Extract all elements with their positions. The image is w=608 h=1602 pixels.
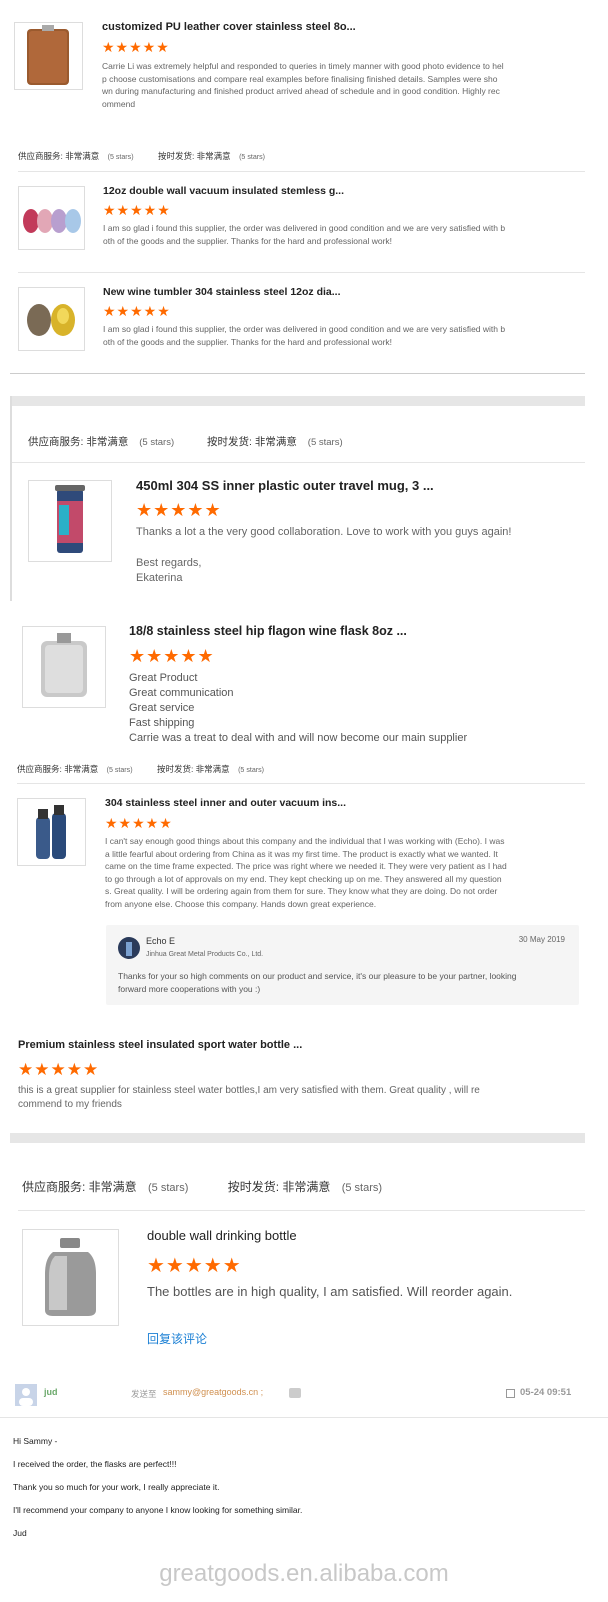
- product-thumbnail-growler-bottle[interactable]: [22, 1229, 119, 1326]
- rating-stars: ★★★★★: [136, 500, 222, 520]
- sender-avatar: [15, 1384, 37, 1406]
- review-title[interactable]: double wall drinking bottle: [147, 1228, 567, 1243]
- review-line: Great service: [129, 702, 195, 714]
- divider: [17, 783, 585, 784]
- supplier-avatar: [118, 937, 140, 959]
- reply-company: Jinhua Great Metal Products Co., Ltd.: [146, 951, 264, 958]
- email-line: Thank you so much for your work, I reall…: [13, 1482, 220, 1492]
- section-band: [10, 1133, 585, 1143]
- review-body: The bottles are in high quality, I am sa…: [147, 1284, 513, 1299]
- product-thumbnail-wine-tumblers[interactable]: [18, 287, 85, 351]
- shipping-rating-stars-text: (5 stars): [238, 766, 265, 774]
- rating-stars: ★★★★★: [102, 39, 170, 55]
- review-title[interactable]: Premium stainless steel insulated sport …: [18, 1039, 458, 1051]
- shipping-rating-label: 按时发货: 非常满意: [156, 764, 230, 774]
- supplier-rating-meta: 供应商服务: 非常满意 (5 stars) 按时发货: 非常满意 (5 star…: [22, 1178, 382, 1195]
- divider: [18, 272, 585, 273]
- reply-author: Echo E: [146, 936, 176, 946]
- review-line: Great communication: [129, 687, 234, 699]
- email-line: I'll recommend your company to anyone I …: [13, 1505, 303, 1515]
- watermark: greatgoods.en.alibaba.com: [159, 1560, 449, 1587]
- email-line: Jud: [13, 1528, 27, 1538]
- service-rating-label: 供应商服务: 非常满意: [22, 1180, 137, 1194]
- email-line: Hi Sammy -: [13, 1436, 58, 1446]
- divider: [18, 1210, 585, 1211]
- email-to-address[interactable]: sammy@greatgoods.cn ;: [163, 1387, 263, 1397]
- service-rating-label: 供应商服务: 非常满意: [18, 151, 100, 161]
- rating-stars: ★★★★★: [18, 1060, 100, 1079]
- service-rating-stars-text: (5 stars): [148, 1182, 189, 1194]
- review-body: Thanks a lot a the very good collaborati…: [136, 526, 512, 538]
- supplier-rating-meta: 供应商服务: 非常满意 (5 stars) 按时发货: 非常满意 (5 star…: [18, 150, 265, 162]
- service-rating-label: 供应商服务: 非常满意: [17, 764, 99, 774]
- expand-recipients-icon[interactable]: [289, 1388, 301, 1398]
- service-rating-label: 供应商服务: 非常满意: [28, 436, 129, 448]
- service-rating-stars-text: (5 stars): [107, 153, 134, 161]
- service-rating-stars-text: (5 stars): [106, 766, 133, 774]
- rating-stars: ★★★★★: [147, 1255, 242, 1277]
- email-date: 05-24 09:51: [520, 1387, 572, 1398]
- review-body: I can't say enough good things about thi…: [105, 836, 507, 909]
- product-thumbnail-hip-flask[interactable]: [22, 626, 106, 708]
- review-title[interactable]: New wine tumbler 304 stainless steel 12o…: [103, 286, 543, 298]
- shipping-rating-stars-text: (5 stars): [307, 437, 343, 448]
- divider: [0, 1417, 608, 1418]
- review-line: Great Product: [129, 672, 198, 684]
- shipping-rating-stars-text: (5 stars): [239, 153, 266, 161]
- email-body: Hi Sammy - I received the order, the fla…: [13, 1436, 573, 1551]
- review-body: Great Product Great communication Great …: [129, 671, 589, 746]
- supplier-reply: Echo E Jinhua Great Metal Products Co., …: [106, 925, 579, 1005]
- section-left-border: [10, 396, 12, 601]
- review-title[interactable]: customized PU leather cover stainless st…: [102, 21, 542, 33]
- email-to-label: 发送至: [131, 1389, 157, 1399]
- review-body: this is a great supplier for stainless s…: [18, 1085, 480, 1110]
- reply-date: 30 May 2019: [518, 935, 565, 944]
- rating-stars: ★★★★★: [103, 202, 171, 218]
- rating-stars: ★★★★★: [129, 646, 215, 666]
- shipping-rating-label: 按时发货: 非常满意: [207, 436, 297, 448]
- review-body: I am so glad i found this supplier, the …: [103, 223, 506, 246]
- review-title[interactable]: 450ml 304 SS inner plastic outer travel …: [136, 478, 576, 493]
- reply-to-review-link[interactable]: 回复该评论: [147, 1330, 207, 1347]
- shipping-rating-label: 按时发货: 非常满意: [157, 151, 231, 161]
- product-thumbnail-stemless-tumblers[interactable]: [18, 186, 85, 250]
- review-title[interactable]: 12oz double wall vacuum insulated stemle…: [103, 185, 543, 197]
- section-band: [10, 396, 585, 406]
- shipping-rating-stars-text: (5 stars): [341, 1182, 383, 1194]
- product-thumbnail-leather-flask[interactable]: [14, 22, 83, 90]
- product-thumbnail-vacuum-bottles[interactable]: [17, 798, 86, 866]
- review-body: I am so glad i found this supplier, the …: [103, 324, 506, 347]
- product-thumbnail-travel-mug[interactable]: [28, 480, 112, 562]
- review-title[interactable]: 18/8 stainless steel hip flagon wine fla…: [129, 624, 569, 638]
- rating-stars: ★★★★★: [105, 815, 173, 831]
- rating-stars: ★★★★★: [103, 303, 171, 319]
- email-line: I received the order, the flasks are per…: [13, 1459, 177, 1469]
- divider: [18, 171, 585, 172]
- service-rating-stars-text: (5 stars): [139, 437, 175, 448]
- review-line: Fast shipping: [129, 717, 195, 729]
- review-line: Carrie was a treat to deal with and will…: [129, 732, 468, 744]
- supplier-rating-meta: 供应商服务: 非常满意 (5 stars) 按时发货: 非常满意 (5 star…: [28, 434, 343, 449]
- email-sender: jud: [44, 1387, 58, 1397]
- shipping-rating-label: 按时发货: 非常满意: [227, 1180, 331, 1194]
- review-title[interactable]: 304 stainless steel inner and outer vacu…: [105, 797, 545, 809]
- reply-text: Thanks for your so high comments on our …: [118, 971, 517, 994]
- divider: [10, 373, 585, 374]
- review-body: Carrie Li was extremely helpful and resp…: [102, 61, 504, 109]
- supplier-rating-meta: 供应商服务: 非常满意 (5 stars) 按时发货: 非常满意 (5 star…: [17, 763, 264, 775]
- attachment-icon[interactable]: [506, 1389, 515, 1398]
- divider: [12, 462, 585, 463]
- review-signoff: Best regards, Ekaterina: [136, 557, 202, 584]
